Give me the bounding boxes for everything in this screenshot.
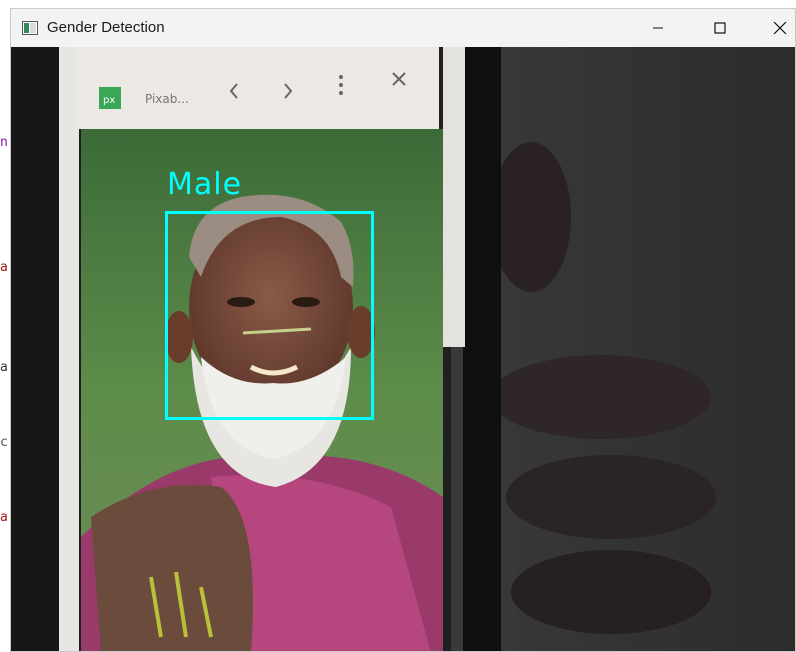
finger-shape	[491, 142, 571, 292]
tab-badge: px	[103, 95, 115, 106]
camera-feed: px Pixab... Male	[11, 47, 795, 651]
background-text-fragment: a	[0, 260, 8, 275]
background-text-fragment: a	[0, 510, 8, 525]
gender-label: Male	[167, 167, 243, 202]
camera-image: px Pixab...	[11, 47, 795, 651]
more-vertical-icon	[339, 75, 343, 95]
window-title: Gender Detection	[47, 19, 165, 36]
finger-shape	[506, 455, 716, 539]
tab-label: Pixab...	[145, 92, 189, 106]
finger-shape	[491, 355, 711, 439]
minimize-button[interactable]	[629, 9, 687, 47]
close-button[interactable]	[751, 9, 795, 47]
face-bounding-box	[165, 211, 374, 420]
gender-detection-window: Gender Detection px Pixab... Male	[10, 8, 796, 652]
background-text-fragment: n	[0, 135, 8, 150]
background-text-fragment: a	[0, 360, 8, 375]
close-icon	[773, 21, 787, 35]
maximize-button[interactable]	[691, 9, 749, 47]
minimize-icon	[653, 27, 663, 29]
arm-shape	[91, 485, 253, 651]
background-text-fragment: c	[0, 435, 8, 450]
finger-shape	[511, 550, 711, 634]
title-bar[interactable]: Gender Detection	[11, 9, 795, 47]
app-icon	[22, 21, 38, 35]
maximize-icon	[714, 22, 726, 34]
